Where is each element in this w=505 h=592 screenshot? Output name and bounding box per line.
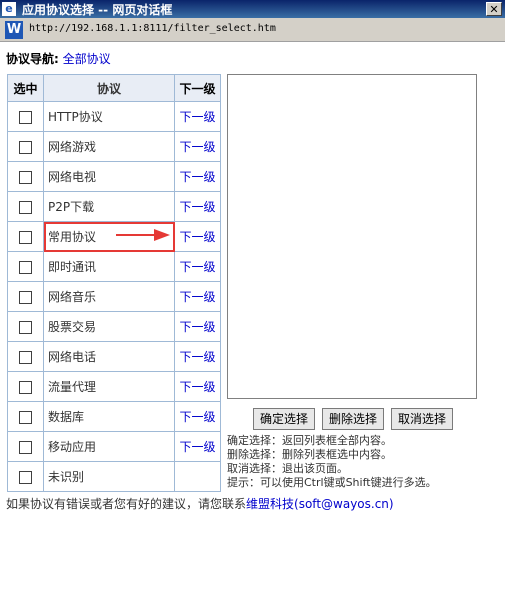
header-select: 选中: [7, 74, 44, 102]
select-checkbox[interactable]: [19, 470, 32, 484]
table-row: 流量代理 下一级: [7, 371, 221, 402]
window-title: 应用协议选择 -- 网页对话框: [22, 3, 173, 17]
header-protocol: 协议: [43, 74, 175, 102]
delete-select-button[interactable]: 删除选择: [322, 408, 384, 430]
next-level-link[interactable]: 下一级: [174, 131, 221, 162]
protocol-name: 数据库: [43, 401, 175, 432]
table-row: 常用协议 下一级: [7, 221, 221, 252]
select-checkbox[interactable]: [19, 290, 32, 304]
protocol-name: HTTP协议: [43, 101, 175, 132]
table-row: 移动应用 下一级: [7, 431, 221, 462]
close-button[interactable]: ✕: [486, 2, 502, 16]
select-cell: [7, 431, 44, 462]
table-row: 网络电话 下一级: [7, 341, 221, 372]
select-checkbox[interactable]: [19, 110, 32, 124]
select-cell: [7, 191, 44, 222]
select-checkbox[interactable]: [19, 260, 32, 274]
ie-icon: e: [2, 2, 16, 16]
next-level-link[interactable]: 下一级: [174, 221, 221, 252]
table-row: 股票交易 下一级: [7, 311, 221, 342]
protocol-table: 选中 协议 下一级 HTTP协议 下一级 网络游戏 下一级 网络电视 下一级 P2P下载 下一…: [7, 74, 221, 492]
next-level-link[interactable]: 下一级: [174, 251, 221, 282]
next-level-link[interactable]: 下一级: [174, 191, 221, 222]
table-row: 网络音乐 下一级: [7, 281, 221, 312]
next-level-link[interactable]: 下一级: [174, 371, 221, 402]
next-level-link[interactable]: 下一级: [174, 311, 221, 342]
select-checkbox[interactable]: [19, 410, 32, 424]
table-row: 网络游戏 下一级: [7, 131, 221, 162]
select-checkbox[interactable]: [19, 200, 32, 214]
select-checkbox[interactable]: [19, 350, 32, 364]
select-cell: [7, 251, 44, 282]
footer-text: 如果协议有错误或者您有好的建议，请您联系: [6, 497, 247, 511]
select-checkbox[interactable]: [19, 320, 32, 334]
header-next-level: 下一级: [174, 74, 221, 102]
next-level-link[interactable]: 下一级: [174, 281, 221, 312]
protocol-name: 流量代理: [43, 371, 175, 402]
table-row: 即时通讯 下一级: [7, 251, 221, 282]
select-cell: [7, 101, 44, 132]
select-checkbox[interactable]: [19, 380, 32, 394]
table-row: 网络电视 下一级: [7, 161, 221, 192]
selected-list-box[interactable]: [227, 74, 477, 399]
protocol-name: 网络电视: [43, 161, 175, 192]
next-level-link[interactable]: 下一级: [174, 161, 221, 192]
protocol-nav: 协议导航: 全部协议: [6, 50, 111, 67]
next-level-link[interactable]: 下一级: [174, 431, 221, 462]
browser-icon: W: [5, 21, 23, 39]
select-cell: [7, 461, 44, 492]
next-level-link: [174, 461, 221, 492]
confirm-select-button[interactable]: 确定选择: [253, 408, 315, 430]
help-line-delete: 删除选择：删除列表框选中内容。: [227, 448, 392, 461]
protocol-name: 未识别: [43, 461, 175, 492]
address-bar: W http://192.168.1.1:8111/filter_select.…: [0, 18, 505, 42]
select-checkbox[interactable]: [19, 440, 32, 454]
protocol-name: P2P下载: [43, 191, 175, 222]
help-line-confirm: 确定选择：返回列表框全部内容。: [227, 434, 392, 447]
protocol-name: 股票交易: [43, 311, 175, 342]
protocol-name: 即时通讯: [43, 251, 175, 282]
company-link[interactable]: 维盟科技: [246, 497, 294, 511]
select-checkbox[interactable]: [19, 140, 32, 154]
protocol-name: 移动应用: [43, 431, 175, 462]
select-cell: [7, 401, 44, 432]
select-cell: [7, 221, 44, 252]
footer-note: 如果协议有错误或者您有好的建议，请您联系维盟科技(soft@wayos.cn): [6, 495, 394, 512]
next-level-link[interactable]: 下一级: [174, 101, 221, 132]
email-link[interactable]: (soft@wayos.cn): [294, 497, 394, 511]
nav-all-protocols-link[interactable]: 全部协议: [63, 52, 111, 66]
help-text: 确定选择：返回列表框全部内容。 删除选择：删除列表框选中内容。 取消选择：退出该…: [227, 434, 437, 490]
address-url: http://192.168.1.1:8111/filter_select.ht…: [29, 23, 276, 34]
protocol-name: 网络游戏: [43, 131, 175, 162]
select-cell: [7, 341, 44, 372]
table-row: 数据库 下一级: [7, 401, 221, 432]
next-level-link[interactable]: 下一级: [174, 341, 221, 372]
select-cell: [7, 371, 44, 402]
select-cell: [7, 161, 44, 192]
help-line-cancel: 取消选择：退出该页面。: [227, 462, 348, 475]
table-row: HTTP协议 下一级: [7, 101, 221, 132]
next-level-link[interactable]: 下一级: [174, 401, 221, 432]
select-cell: [7, 281, 44, 312]
help-line-tip: 提示：可以使用Ctrl键或Shift键进行多选。: [227, 476, 437, 489]
title-bar: e 应用协议选择 -- 网页对话框 ✕: [0, 0, 505, 18]
select-cell: [7, 131, 44, 162]
select-checkbox[interactable]: [19, 230, 32, 244]
cancel-select-button[interactable]: 取消选择: [391, 408, 453, 430]
select-cell: [7, 311, 44, 342]
red-arrow-icon: [116, 229, 170, 241]
protocol-name: 网络电话: [43, 341, 175, 372]
select-checkbox[interactable]: [19, 170, 32, 184]
table-row: 未识别: [7, 461, 221, 492]
nav-label: 协议导航:: [6, 52, 59, 66]
protocol-name: 网络音乐: [43, 281, 175, 312]
table-row: P2P下载 下一级: [7, 191, 221, 222]
